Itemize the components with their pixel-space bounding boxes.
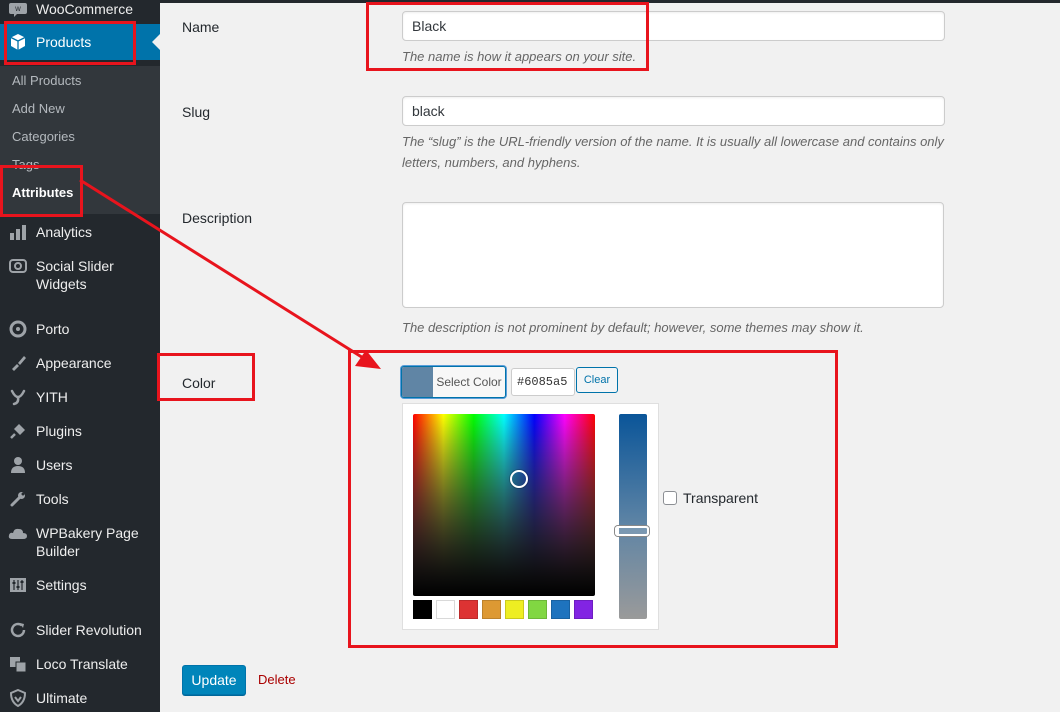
lightness-slider-handle[interactable] [615, 526, 649, 536]
slug-description: The “slug” is the URL-friendly version o… [402, 134, 944, 170]
name-label: Name [182, 19, 220, 35]
camera-icon [8, 256, 28, 276]
slug-input[interactable] [402, 96, 945, 126]
menu-label: Slider Revolution [36, 622, 142, 638]
cube-icon [8, 32, 28, 52]
menu-woocommerce[interactable]: W WooCommerce [0, 0, 160, 22]
yith-icon [8, 387, 28, 407]
delete-link[interactable]: Delete [258, 672, 296, 687]
menu-label: Analytics [36, 224, 93, 240]
submenu-categories[interactable]: Categories [12, 129, 75, 145]
plug-icon [8, 421, 28, 441]
submenu-attributes[interactable]: Attributes [12, 185, 73, 201]
products-submenu: All Products Add New Categories Tags Att… [0, 66, 160, 214]
transparent-option[interactable]: Transparent [663, 490, 758, 506]
clear-color-button[interactable]: Clear [576, 367, 618, 393]
palette-swatch-red[interactable] [459, 600, 478, 619]
current-menu-arrow [152, 34, 160, 50]
translate-icon [8, 654, 28, 674]
menu-users[interactable]: Users [0, 455, 160, 475]
hex-color-input[interactable] [511, 368, 575, 396]
color-picker-cursor[interactable] [510, 470, 528, 488]
select-color-label: Select Color [436, 375, 502, 389]
menu-label: Settings [36, 577, 87, 593]
cloud-icon [8, 523, 28, 543]
menu-label: Tools [36, 491, 69, 507]
menu-settings[interactable]: Settings [0, 575, 160, 595]
submenu-tags[interactable]: Tags [12, 157, 39, 173]
menu-porto[interactable]: Porto [0, 319, 160, 339]
admin-sidebar: W WooCommerce Products All Products Add … [0, 0, 160, 712]
menu-social-slider-widgets[interactable]: Social Slider Widgets [0, 256, 160, 294]
menu-label: WPBakery Page Builder [36, 525, 139, 559]
color-picker-panel [402, 403, 659, 630]
description-help: The description is not prominent by defa… [402, 320, 864, 335]
menu-label: Products [36, 34, 92, 50]
menu-analytics[interactable]: Analytics [0, 222, 160, 242]
palette-swatch-yellow[interactable] [505, 600, 524, 619]
wrench-icon [8, 489, 28, 509]
palette-swatch-purple[interactable] [574, 600, 593, 619]
name-description: The name is how it appears on your site. [402, 49, 637, 64]
submenu-all-products[interactable]: All Products [12, 73, 81, 89]
transparent-label: Transparent [683, 490, 758, 506]
menu-label: Users [36, 457, 73, 473]
refresh-icon [8, 620, 28, 640]
color-palette [413, 600, 593, 619]
shield-icon [8, 688, 28, 708]
palette-swatch-green[interactable] [528, 600, 547, 619]
menu-label: Ultimate [36, 690, 88, 706]
current-color-swatch [402, 367, 433, 397]
bar-chart-icon [8, 222, 28, 242]
user-icon [8, 455, 28, 475]
menu-loco-translate[interactable]: Loco Translate [0, 654, 160, 674]
menu-slider-revolution[interactable]: Slider Revolution [0, 620, 160, 640]
color-label: Color [182, 375, 216, 391]
menu-label: Loco Translate [36, 656, 128, 672]
description-label: Description [182, 210, 253, 226]
select-color-button[interactable]: Select Color [401, 366, 506, 398]
color-saturation-square[interactable] [413, 414, 595, 596]
palette-swatch-blue[interactable] [551, 600, 570, 619]
menu-tools[interactable]: Tools [0, 489, 160, 509]
update-button[interactable]: Update [182, 665, 246, 695]
menu-label: Social Slider Widgets [36, 258, 114, 292]
porto-icon [8, 319, 28, 339]
menu-label: YITH [36, 389, 68, 405]
menu-ultimate[interactable]: Ultimate [0, 688, 160, 708]
palette-swatch-orange[interactable] [482, 600, 501, 619]
menu-yith[interactable]: YITH [0, 387, 160, 407]
menu-wpbakery-page-builder[interactable]: WPBakery Page Builder [0, 523, 160, 561]
paintbrush-icon [8, 353, 28, 373]
menu-label: Plugins [36, 423, 82, 439]
description-textarea[interactable] [402, 202, 944, 308]
slug-label: Slug [182, 104, 211, 120]
menu-products[interactable]: Products [0, 24, 160, 60]
woocommerce-icon: W [8, 0, 28, 20]
menu-label: Porto [36, 321, 70, 337]
menu-plugins[interactable]: Plugins [0, 421, 160, 441]
menu-label: WooCommerce [36, 1, 133, 17]
svg-text:W: W [15, 6, 21, 13]
settings-sliders-icon [8, 575, 28, 595]
menu-label: Appearance [36, 355, 112, 371]
menu-appearance[interactable]: Appearance [0, 353, 160, 373]
palette-swatch-black[interactable] [413, 600, 432, 619]
transparent-checkbox[interactable] [663, 491, 677, 505]
palette-swatch-white[interactable] [436, 600, 455, 619]
submenu-add-new[interactable]: Add New [12, 101, 65, 117]
color-lightness-slider[interactable] [619, 414, 647, 619]
name-input[interactable] [402, 11, 945, 41]
